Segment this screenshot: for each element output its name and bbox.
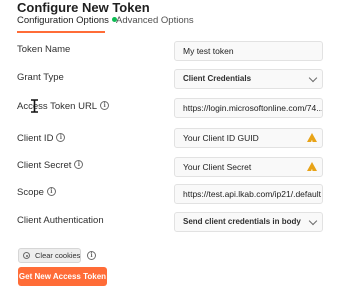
info-icon[interactable]: i [74,159,84,169]
client-id-label: Client ID i [17,132,66,144]
clear-cookies-button[interactable]: Clear cookies [18,248,81,263]
get-new-access-token-button[interactable]: Get New Access Token [18,267,107,286]
cookie-icon [23,252,30,259]
client-authentication-label: Client Authentication [17,215,104,226]
grant-type-value: Client Credentials [183,74,252,83]
client-id-text: Client ID [17,133,54,144]
grant-type-select[interactable]: Client Credentials [174,69,323,89]
client-authentication-value: Send client credentials in body [183,217,301,226]
client-id-value: Your Client ID GUID [183,133,259,143]
chevron-down-icon [308,216,318,226]
scope-text: Scope [17,187,44,198]
token-name-input[interactable]: My test token [174,41,323,61]
tab-label: Configuration Options [17,15,109,26]
scope-label: Scope i [17,186,56,198]
client-secret-text: Client Secret [17,160,72,171]
info-icon[interactable]: i [46,186,56,196]
client-secret-label: Client Secret i [17,159,84,171]
chevron-down-icon [308,73,318,83]
tab-advanced-options[interactable]: Advanced Options [116,15,194,26]
client-secret-input[interactable]: Your Client Secret [174,157,323,177]
clear-cookies-label: Clear cookies [35,251,81,260]
access-token-url-text: Access Token URL [17,101,98,112]
access-token-url-input[interactable]: https://login.microsoftonline.com/74... [174,98,323,118]
grant-type-label: Grant Type [17,72,64,83]
client-secret-value: Your Client Secret [183,162,252,172]
page-title: Configure New Token [17,0,150,15]
warning-icon [307,162,317,176]
tab-configuration-options[interactable]: Configuration Options [17,15,117,26]
client-authentication-select[interactable]: Send client credentials in body [174,212,323,232]
warning-icon [307,133,317,147]
active-tab-indicator [17,31,105,33]
info-icon[interactable]: i [56,132,66,142]
token-name-label: Token Name [17,44,71,55]
scope-input[interactable]: https://test.api.lkab.com/ip21/.default [174,184,323,204]
info-icon[interactable]: i [87,251,96,260]
info-icon[interactable]: i [100,100,110,110]
text-cursor-icon [31,99,38,113]
client-id-input[interactable]: Your Client ID GUID [174,128,323,148]
